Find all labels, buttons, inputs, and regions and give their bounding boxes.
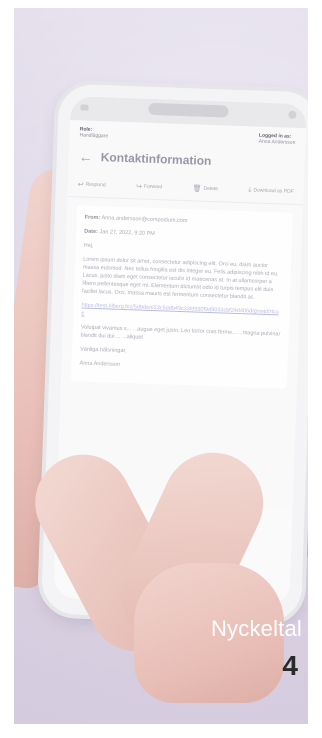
signoff: Vänliga hälsningar, — [79, 346, 127, 355]
back-arrow-icon[interactable]: ← — [79, 148, 94, 164]
download-label: Download as PDF — [253, 187, 294, 195]
menu-icon — [80, 104, 89, 111]
overlay-label: Nyckeltal — [210, 616, 302, 641]
from-label: From: — [84, 214, 101, 222]
from-address[interactable]: Anna.andersson@compodium.com — [101, 215, 187, 224]
logged-in-block: Logged in as: Anna Andersson — [259, 133, 296, 146]
delete-button[interactable]: 🗑 Delete — [192, 184, 218, 193]
volume-icon — [288, 110, 297, 119]
from-row: From: Anna.andersson@compodium.com — [85, 214, 285, 229]
email-body: From: Anna.andersson@compodium.com Date:… — [70, 205, 293, 389]
respond-label: Respond — [85, 181, 106, 189]
trash-icon: 🗑 — [192, 185, 202, 193]
forward-button[interactable]: ↪ Forward — [136, 182, 162, 191]
download-pdf-button[interactable]: ⤓ Download as PDF — [248, 186, 294, 196]
role-select[interactable]: Handläggare — [79, 132, 108, 139]
reply-icon: ↩ — [77, 181, 84, 189]
download-icon: ⤓ — [248, 186, 252, 194]
overlay-number: 4 — [282, 650, 298, 681]
camera-notch — [148, 102, 229, 118]
body-tail: Volutpat vivamus s... ...augue eget just… — [80, 324, 281, 341]
date-row: Date: Jan 27, 2022, 9:20 PM — [84, 228, 284, 243]
forward-label: Forward — [143, 183, 163, 191]
date-value: Jan 27, 2022, 9:20 PM — [99, 229, 155, 238]
forward-icon: ↪ — [135, 183, 143, 191]
date-label: Date: — [84, 228, 99, 236]
greeting: Hej, — [83, 242, 94, 249]
body-text: Lorem ipsum dolor sit amet, consectetur … — [81, 256, 279, 301]
body-link[interactable]: https://test.rilberg.biz/5d9den/23c5ddb4… — [81, 302, 281, 325]
respond-button[interactable]: ↩ Respond — [78, 180, 106, 189]
signoff-name: Anna Andersson — [79, 360, 121, 368]
logged-in-user: Anna Andersson — [258, 138, 296, 146]
delete-label: Delete — [203, 185, 219, 193]
role-block: Role: Handläggare — [79, 126, 108, 139]
page-title: Kontaktinformation — [100, 150, 212, 168]
page-frame: Role: Handläggare Logged in as: Anna And… — [0, 0, 322, 738]
